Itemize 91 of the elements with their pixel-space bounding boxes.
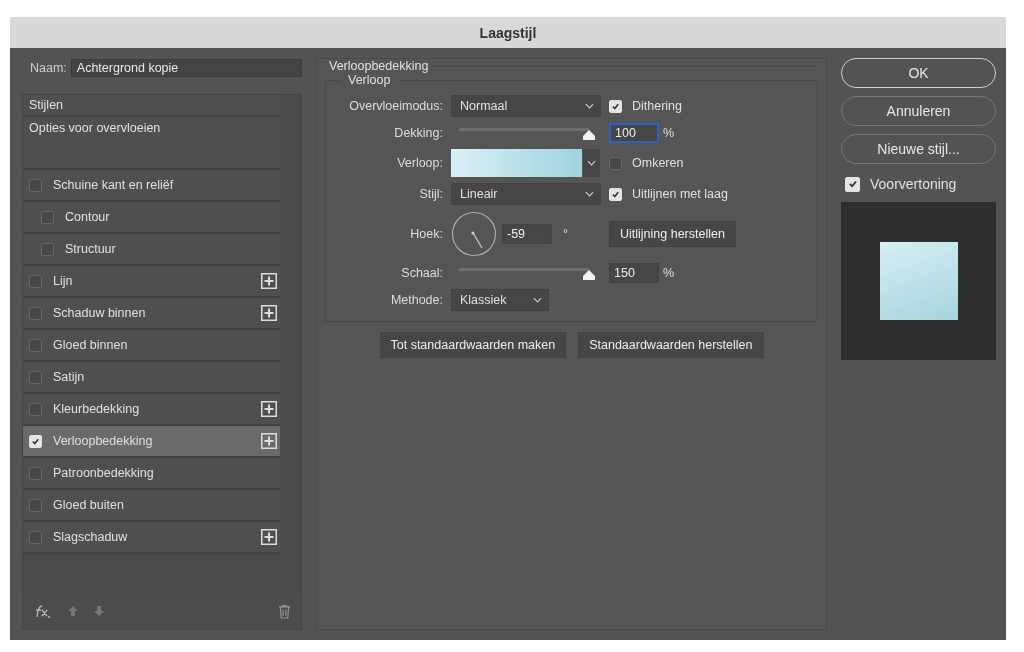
add-icon[interactable] <box>261 401 277 417</box>
unit-label: % <box>663 126 675 140</box>
style-label: Verloopbedekking <box>53 434 154 448</box>
checkbox[interactable] <box>29 402 42 416</box>
name-field[interactable]: Achtergrond kopie <box>70 59 302 77</box>
dialog-button[interactable]: Annuleren <box>841 96 996 126</box>
checkbox[interactable] <box>609 156 622 170</box>
chevron-icon <box>585 103 594 109</box>
field-label: Methode: <box>389 293 443 307</box>
slider-thumb[interactable] <box>582 269 596 281</box>
style-label: Lijn <box>53 274 74 288</box>
add-icon[interactable] <box>261 529 277 545</box>
style-label: Gloed buiten <box>53 498 125 512</box>
angle-dial[interactable] <box>451 211 497 257</box>
field-label: Stijl: <box>418 187 443 201</box>
style-row[interactable]: Patroonbedekking <box>23 458 280 490</box>
checkbox[interactable] <box>29 178 42 192</box>
down-arrow-icon[interactable] <box>93 605 105 617</box>
dialog-button[interactable]: Nieuwe stijl... <box>841 134 996 164</box>
slider-thumb[interactable] <box>582 129 596 141</box>
field-label: Verloop: <box>396 156 443 170</box>
style-row[interactable]: Contour <box>23 202 280 234</box>
check-icon <box>847 179 858 189</box>
style-row[interactable]: Gloed binnen <box>23 330 280 362</box>
defaults-button[interactable]: Tot standaardwaarden maken <box>379 332 567 358</box>
field-label: Overvloeimodus: <box>348 99 443 113</box>
checkbox[interactable] <box>29 306 42 320</box>
style-label: Structuur <box>65 242 117 256</box>
styles-list-item[interactable]: Opties voor overvloeien <box>23 117 280 170</box>
checkbox-label: Uitlijnen met laag <box>632 187 728 201</box>
style-label: Schuine kant en reliëf <box>53 178 175 192</box>
checkbox[interactable] <box>29 466 42 480</box>
window-title: Laagstijl <box>479 24 537 41</box>
degree-label: ° <box>563 227 568 241</box>
check-icon <box>611 189 620 199</box>
style-row[interactable]: Lijn <box>23 266 280 298</box>
checkbox[interactable] <box>29 274 42 288</box>
style-dropdown[interactable]: Lineair <box>451 183 601 205</box>
style-row[interactable]: Verloopbedekking <box>23 426 280 458</box>
field-label: Schaal: <box>400 266 443 280</box>
checkbox-label: Dithering <box>632 99 683 113</box>
reset-alignment-button[interactable]: Uitlijning herstellen <box>609 221 736 247</box>
style-label: Schaduw binnen <box>53 306 147 320</box>
style-row[interactable]: Schuine kant en reliëf <box>23 170 280 202</box>
up-arrow-icon[interactable] <box>67 605 79 617</box>
add-icon[interactable] <box>261 273 277 289</box>
gradient-swatch[interactable] <box>451 149 582 177</box>
trash-icon[interactable] <box>278 603 291 619</box>
field-label: Hoek: <box>409 227 443 241</box>
opacity-field[interactable]: 100 <box>609 123 659 143</box>
checkbox[interactable] <box>41 210 54 224</box>
scale-field[interactable]: 150 <box>609 263 659 283</box>
chevron-icon <box>533 297 542 303</box>
chevron-icon <box>587 160 596 166</box>
style-label: Satijn <box>53 370 86 384</box>
add-icon[interactable] <box>261 433 277 449</box>
style-label: Kleurbedekking <box>53 402 141 416</box>
section-title: Verloopbedekking <box>328 59 430 73</box>
check-icon <box>31 436 40 446</box>
unit-label: % <box>663 266 675 280</box>
style-row[interactable]: Structuur <box>23 234 280 266</box>
defaults-button[interactable]: Standaardwaarden herstellen <box>578 332 764 358</box>
group-title: Verloop <box>347 73 392 87</box>
field-label: Dekking: <box>393 126 443 140</box>
style-label: Contour <box>65 210 111 224</box>
style-label: Patroonbedekking <box>53 466 155 480</box>
name-label: Naam: <box>29 61 67 75</box>
checkbox[interactable] <box>29 530 42 544</box>
blend-mode-dropdown[interactable]: Normaal <box>451 95 601 117</box>
checkbox[interactable] <box>29 338 42 352</box>
dialog-button[interactable]: OK <box>841 58 996 88</box>
checkbox[interactable] <box>29 370 42 384</box>
style-row[interactable]: Schaduw binnen <box>23 298 280 330</box>
checkbox-label: Omkeren <box>632 156 684 170</box>
gradient-dropdown-button[interactable] <box>583 149 600 177</box>
chevron-icon <box>585 191 594 197</box>
style-label: Gloed binnen <box>53 338 129 352</box>
method-dropdown[interactable]: Klassiek <box>451 289 549 311</box>
checkbox[interactable] <box>29 498 42 512</box>
style-row[interactable]: Satijn <box>23 362 280 394</box>
add-icon[interactable] <box>261 305 277 321</box>
checkbox-label: Voorvertoning <box>870 176 957 192</box>
style-row[interactable]: Gloed buiten <box>23 490 280 522</box>
checkbox[interactable] <box>41 242 54 256</box>
angle-field[interactable]: -59 <box>502 224 552 244</box>
style-row[interactable]: Kleurbedekking <box>23 394 280 426</box>
styles-list-item[interactable]: Stijlen <box>23 95 280 117</box>
fx-icon[interactable] <box>33 603 53 619</box>
style-row[interactable]: Slagschaduw <box>23 522 280 554</box>
style-label: Slagschaduw <box>53 530 129 544</box>
check-icon <box>611 101 620 111</box>
